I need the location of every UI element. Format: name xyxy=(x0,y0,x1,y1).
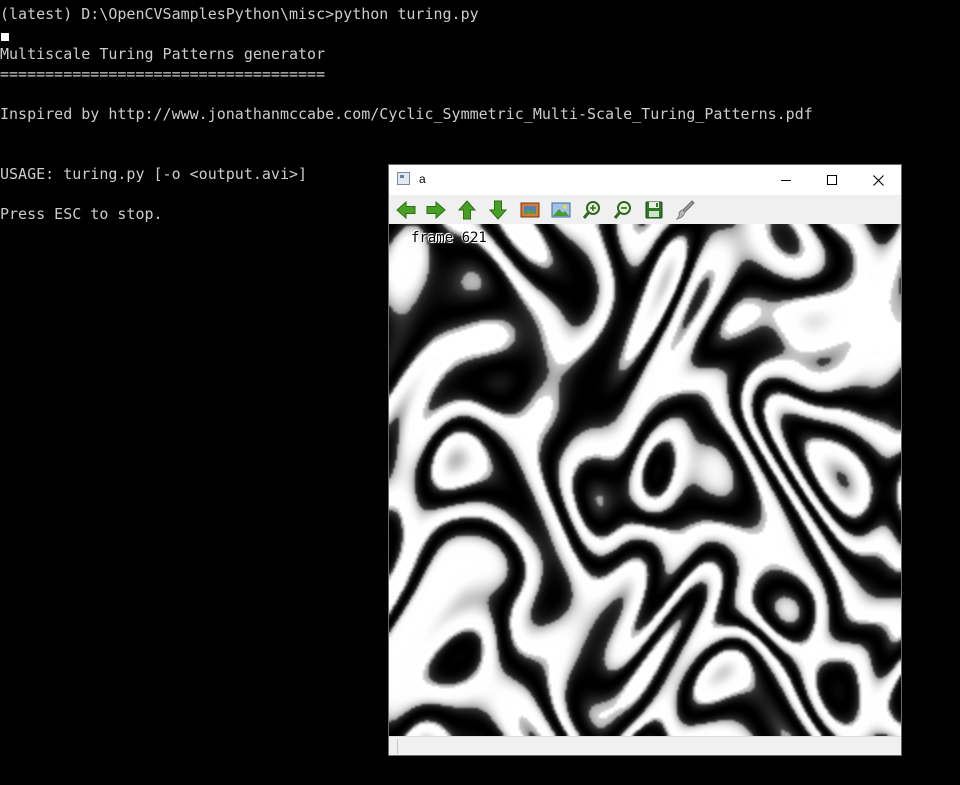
zoom-original-button[interactable] xyxy=(549,198,573,222)
save-button[interactable] xyxy=(642,198,666,222)
close-button[interactable] xyxy=(855,165,901,195)
image-zoom-fit-icon xyxy=(520,202,540,218)
console-line-usage: USAGE: turing.py [-o <output.avi>] xyxy=(0,165,308,183)
turing-pattern-canvas[interactable] xyxy=(389,224,901,736)
properties-button[interactable] xyxy=(673,198,697,222)
maximize-icon xyxy=(827,175,837,185)
window-status-bar xyxy=(389,736,901,755)
maximize-button[interactable] xyxy=(809,165,855,195)
console-line-program-title: Multiscale Turing Patterns generator xyxy=(0,45,326,63)
brush-icon xyxy=(675,200,695,220)
minimize-icon xyxy=(781,180,791,181)
zoom-in-button[interactable] xyxy=(580,198,604,222)
image-window[interactable]: a frame 621 xyxy=(389,165,901,755)
window-app-icon xyxy=(397,172,410,185)
magnifier-minus-icon xyxy=(613,201,631,219)
pan-up-button[interactable] xyxy=(455,198,479,222)
console-cursor xyxy=(1,33,9,41)
console-line-press-esc: Press ESC to stop. xyxy=(0,205,163,223)
console-line-separator: ==================================== xyxy=(0,65,326,83)
console-line-command: (latest) D:\OpenCVSamplesPython\misc>pyt… xyxy=(0,5,479,23)
pan-down-button[interactable] xyxy=(486,198,510,222)
magnifier-plus-icon xyxy=(582,201,600,219)
window-toolbar xyxy=(389,195,901,224)
pan-left-button[interactable] xyxy=(394,198,418,222)
arrow-right-icon xyxy=(426,200,446,220)
arrow-left-icon xyxy=(396,200,416,220)
turing-pattern-image[interactable]: frame 621 xyxy=(389,224,901,736)
zoom-out-button[interactable] xyxy=(611,198,635,222)
minimize-button[interactable] xyxy=(763,165,809,195)
window-title: a xyxy=(419,172,426,186)
image-zoom-original-icon xyxy=(551,202,571,218)
window-title-bar[interactable]: a xyxy=(389,165,901,195)
close-icon xyxy=(872,174,884,186)
arrow-down-icon xyxy=(488,200,508,220)
frame-counter-label: frame 621 xyxy=(411,230,487,246)
floppy-disk-icon xyxy=(645,201,663,219)
pan-right-button[interactable] xyxy=(424,198,448,222)
arrow-up-icon xyxy=(457,200,477,220)
status-bar-grip xyxy=(397,739,398,754)
zoom-fit-button[interactable] xyxy=(518,198,542,222)
console-line-inspired: Inspired by http://www.jonathanmccabe.co… xyxy=(0,105,813,123)
